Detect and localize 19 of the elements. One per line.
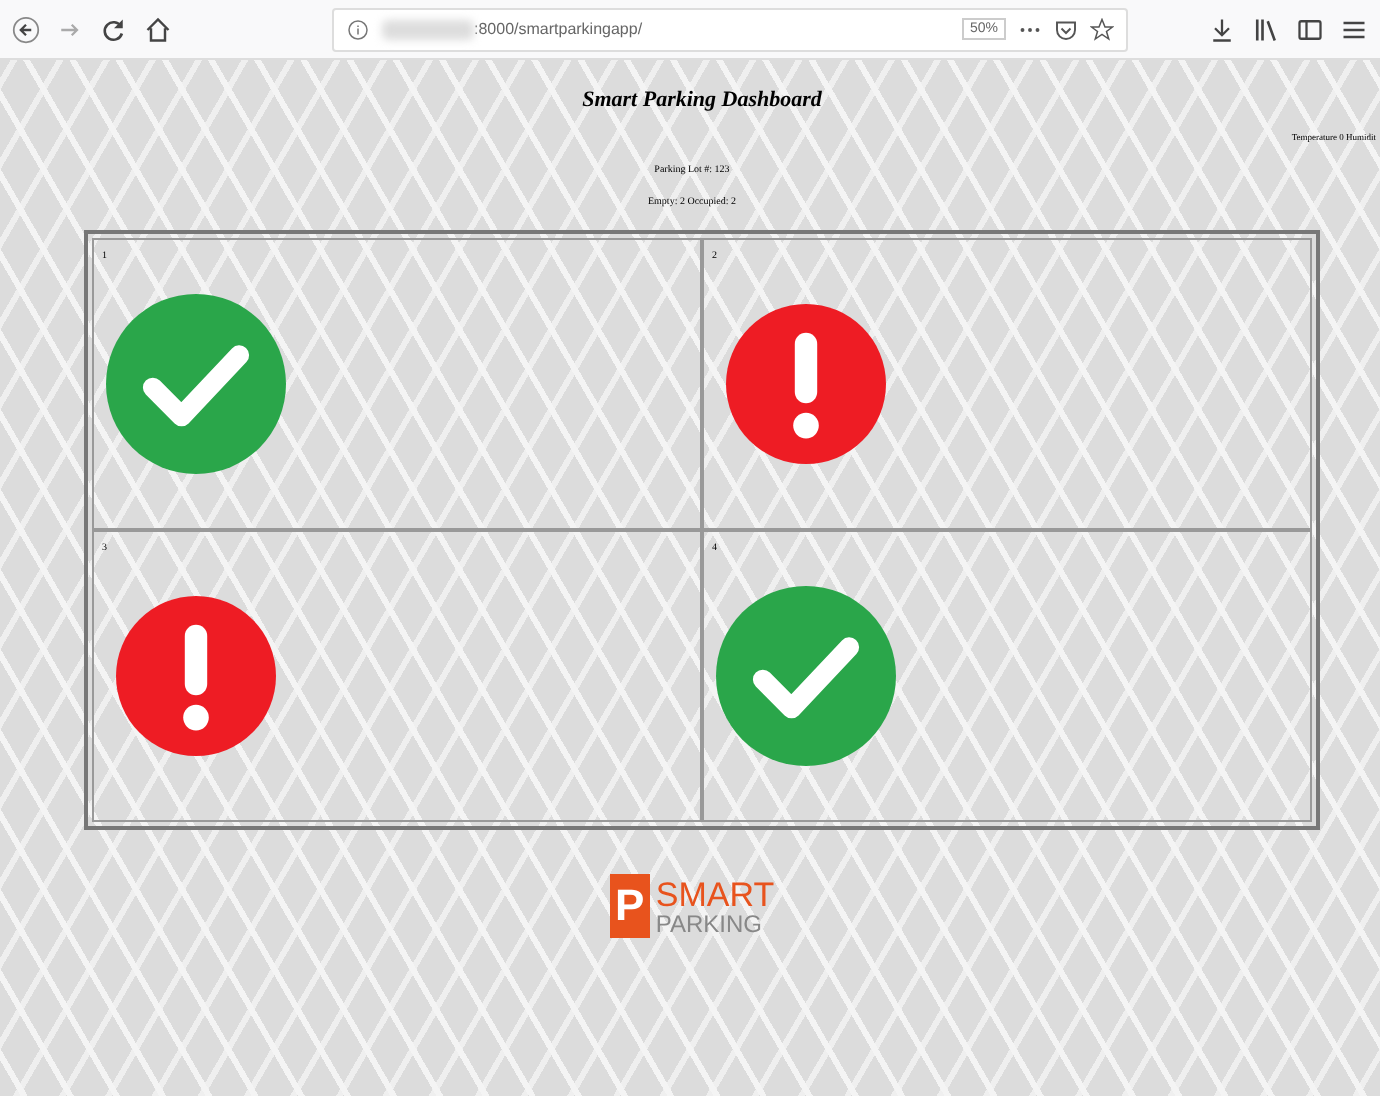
sidebar-icon[interactable] bbox=[1296, 15, 1324, 43]
logo-text: SMART bbox=[655, 877, 775, 911]
dashboard-title: Smart Parking Dashboard bbox=[580, 88, 824, 112]
library-icon[interactable] bbox=[1252, 15, 1280, 43]
download-icon[interactable] bbox=[1208, 15, 1236, 43]
back-icon[interactable] bbox=[12, 15, 40, 43]
info-icon[interactable] bbox=[346, 17, 370, 41]
exclamation-icon bbox=[726, 304, 886, 464]
logo-subtext: PARKING bbox=[655, 911, 765, 935]
home-icon[interactable] bbox=[144, 15, 172, 43]
blurred-text bbox=[382, 19, 474, 39]
check-icon bbox=[106, 294, 286, 474]
star-icon[interactable] bbox=[1090, 17, 1114, 41]
url-text: :8000/smartparkingapp/ bbox=[474, 20, 643, 38]
logo-mark: P bbox=[609, 874, 650, 938]
exclamation-icon bbox=[116, 596, 276, 756]
check-icon bbox=[716, 586, 896, 766]
reload-icon[interactable] bbox=[100, 15, 128, 43]
pocket-icon[interactable] bbox=[1054, 17, 1078, 41]
